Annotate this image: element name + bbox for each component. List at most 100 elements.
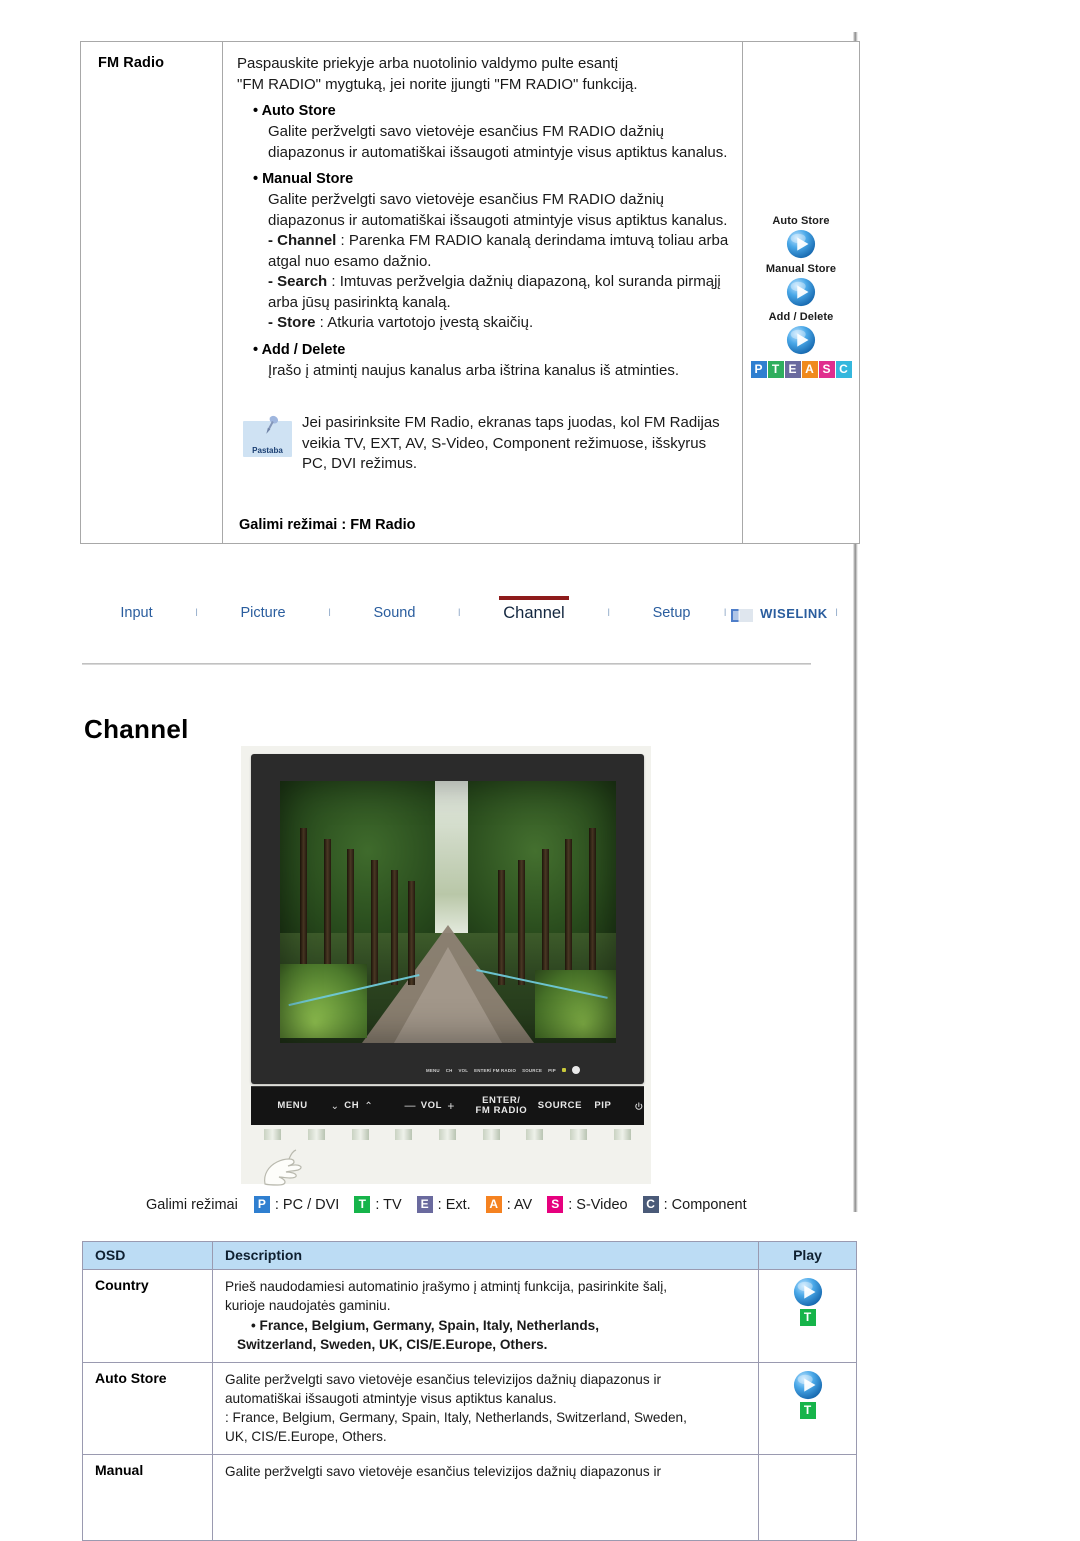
section-navbar: Input I Picture I Sound I Channel I Setu… <box>80 595 840 630</box>
note-icon-label: Pastaba <box>252 446 283 455</box>
nav-tab-wiselink[interactable]: WISELINK <box>760 606 828 621</box>
play-button-auto-store[interactable] <box>786 229 816 259</box>
spec-name-cell: FM Radio <box>80 41 223 544</box>
osd-desc-line: UK, CIS/E.Europe, Others. <box>225 1429 387 1444</box>
osd-row-desc-auto-store: Galite peržvelgti savo vietovėje esančiu… <box>212 1362 759 1455</box>
play-caption-manual-store: Manual Store <box>765 263 837 275</box>
nav-separator-4: I <box>607 607 611 619</box>
pointing-hand-icon <box>264 1149 302 1186</box>
osd-row-play-country: T <box>758 1269 857 1363</box>
legend-item-tv: T : TV <box>354 1196 402 1213</box>
tv-button-pip[interactable]: PIP <box>594 1101 611 1111</box>
spec-description-cell: Paspauskite priekyje arba nuotolinio val… <box>222 41 743 544</box>
legend-badge-e: E <box>416 1196 433 1213</box>
tv-button-menu[interactable]: MENU <box>277 1101 307 1111</box>
tv-button-enter-fm-radio[interactable]: ENTER/ FM RADIO <box>475 1096 527 1116</box>
play-button-country[interactable] <box>793 1277 823 1307</box>
tv-foot <box>613 1128 631 1140</box>
tv-mini-source: SOURCE <box>522 1067 543 1073</box>
tv-body: MENU CH VOL ENTER/ FM RADIO SOURCE PIP <box>251 754 644 1084</box>
legend-text-tv: : TV <box>375 1196 402 1213</box>
osd-row-name-country: Country <box>82 1269 213 1363</box>
tv-button-ch[interactable]: CH <box>344 1101 359 1111</box>
spec-subitem-store: - Store : Atkuria vartotojo įvestą skaič… <box>254 313 730 334</box>
mode-badge-e: E <box>784 361 801 378</box>
spec-feature-name: FM Radio <box>98 55 165 71</box>
spec-heading-auto-store: • Auto Store <box>253 103 336 119</box>
nav-separator-6: I <box>835 607 839 619</box>
spec-body-manual-store: Galite peržvelgti savo vietovėje esančiu… <box>268 191 728 229</box>
osd-desc-line: Galite peržvelgti savo vietovėje esančiu… <box>225 1372 661 1387</box>
spec-heading-manual-store: • Manual Store <box>253 171 354 187</box>
wiselink-logo-icon <box>730 608 754 622</box>
osd-desc-line: Galite peržvelgti savo vietovėje esančiu… <box>225 1464 661 1479</box>
osd-header-description: Description <box>212 1241 759 1270</box>
mode-badge-c: C <box>835 361 852 378</box>
spec-body-auto-store: Galite peržvelgti savo vietovėje esančiu… <box>268 123 728 161</box>
nav-tab-setup[interactable]: Setup <box>647 605 697 621</box>
mode-badge-s: S <box>818 361 835 378</box>
osd-name-label: Country <box>95 1277 149 1293</box>
osd-header-play: Play <box>758 1241 857 1270</box>
osd-desc-line: : France, Belgium, Germany, Spain, Italy… <box>225 1410 687 1425</box>
spec-body-add-delete: Įrašo į atmintį naujus kanalus arba ištr… <box>268 361 680 379</box>
tv-foot <box>395 1128 413 1140</box>
tv-bezel-mini-labels: MENU CH VOL ENTER/ FM RADIO SOURCE PIP <box>426 1064 626 1076</box>
tv-screen <box>280 781 616 1043</box>
tv-mini-vol: VOL <box>458 1067 469 1073</box>
table-row: Auto Store Galite peržvelgti savo vietov… <box>82 1362 857 1455</box>
osd-desc-line: Prieš naudodamiesi automatinio įrašymo į… <box>225 1279 667 1294</box>
nav-tab-input[interactable]: Input <box>114 605 158 621</box>
section-divider <box>82 663 811 665</box>
minus-icon: — <box>404 1100 416 1112</box>
spec-intro-line2: "FM RADIO" mygtuką, jei norite įjungti "… <box>237 75 638 93</box>
tv-foot <box>526 1128 544 1140</box>
page-title: Channel <box>84 714 189 744</box>
osd-name-label: Manual <box>95 1462 144 1478</box>
osd-row-play-auto-store: T <box>758 1362 857 1455</box>
osd-desc-line: automatiškai išsaugoti atmintyje visus a… <box>225 1391 557 1406</box>
legend-badge-t: T <box>354 1196 371 1213</box>
note-text: Jei pasirinksite FM Radio, ekranas taps … <box>302 414 720 472</box>
osd-mode-badge-t: T <box>799 1309 816 1326</box>
table-row: Country Prieš naudodamiesi automatinio į… <box>82 1269 857 1363</box>
legend-text-ext: : Ext. <box>437 1196 471 1213</box>
fm-radio-spec-table: FM Radio Paspauskite priekyje arba nuoto… <box>80 41 860 544</box>
mode-badge-t: T <box>767 361 784 378</box>
legend-text-av: : AV <box>506 1196 533 1213</box>
legend-label: Galimi režimai <box>146 1196 238 1213</box>
legend-item-s-video: S : S-Video <box>547 1196 628 1213</box>
play-button-manual-store[interactable] <box>786 277 816 307</box>
legend-item-ext: E : Ext. <box>416 1196 471 1213</box>
tv-sensor-knob <box>571 1066 580 1074</box>
chevron-down-icon: ⌄ <box>330 1100 339 1112</box>
nav-tab-picture[interactable]: Picture <box>234 605 291 621</box>
play-button-add-delete[interactable] <box>786 325 816 355</box>
osd-desc-bold-line: Switzerland, Sweden, UK, CIS/E.Europe, O… <box>237 1337 548 1352</box>
nav-tab-channel[interactable]: Channel <box>497 595 570 623</box>
modes-legend: Galimi režimai P : PC / DVI T : TV E : E… <box>146 1196 762 1213</box>
osd-mode-badge-t: T <box>799 1402 816 1419</box>
legend-item-component: C : Component <box>642 1196 747 1213</box>
spec-subitem-store-text: Atkuria vartotojo įvestą skaičių. <box>327 314 534 331</box>
legend-item-av: A : AV <box>485 1196 533 1213</box>
spec-subitem-search: - Search : Imtuvas peržvelgia dažnių dia… <box>254 272 730 313</box>
legend-text-s-video: : S-Video <box>568 1196 628 1213</box>
spec-heading-add-delete: • Add / Delete <box>253 341 346 358</box>
power-icon[interactable] <box>634 1101 644 1112</box>
nav-tab-sound[interactable]: Sound <box>367 605 421 621</box>
mode-badge-p: P <box>750 361 767 378</box>
legend-badge-s: S <box>547 1196 564 1213</box>
osd-desc-line: kurioje naudojatės gaminiu. <box>225 1298 391 1313</box>
osd-desc-bold-line: • France, Belgium, Germany, Spain, Italy… <box>251 1318 599 1333</box>
tv-button-source[interactable]: SOURCE <box>538 1101 582 1111</box>
tv-illustration: MENU CH VOL ENTER/ FM RADIO SOURCE PIP M… <box>241 746 651 1186</box>
nav-separator-5: I <box>723 607 727 619</box>
tv-mini-menu: MENU <box>426 1067 440 1073</box>
nav-active-indicator <box>499 595 569 600</box>
legend-item-pc-dvi: P : PC / DVI <box>253 1196 339 1213</box>
play-button-auto-store-row[interactable] <box>793 1370 823 1400</box>
legend-text-component: : Component <box>663 1196 747 1213</box>
tv-button-vol[interactable]: VOL <box>421 1101 442 1111</box>
spec-subitem-search-label: - Search <box>268 273 328 290</box>
